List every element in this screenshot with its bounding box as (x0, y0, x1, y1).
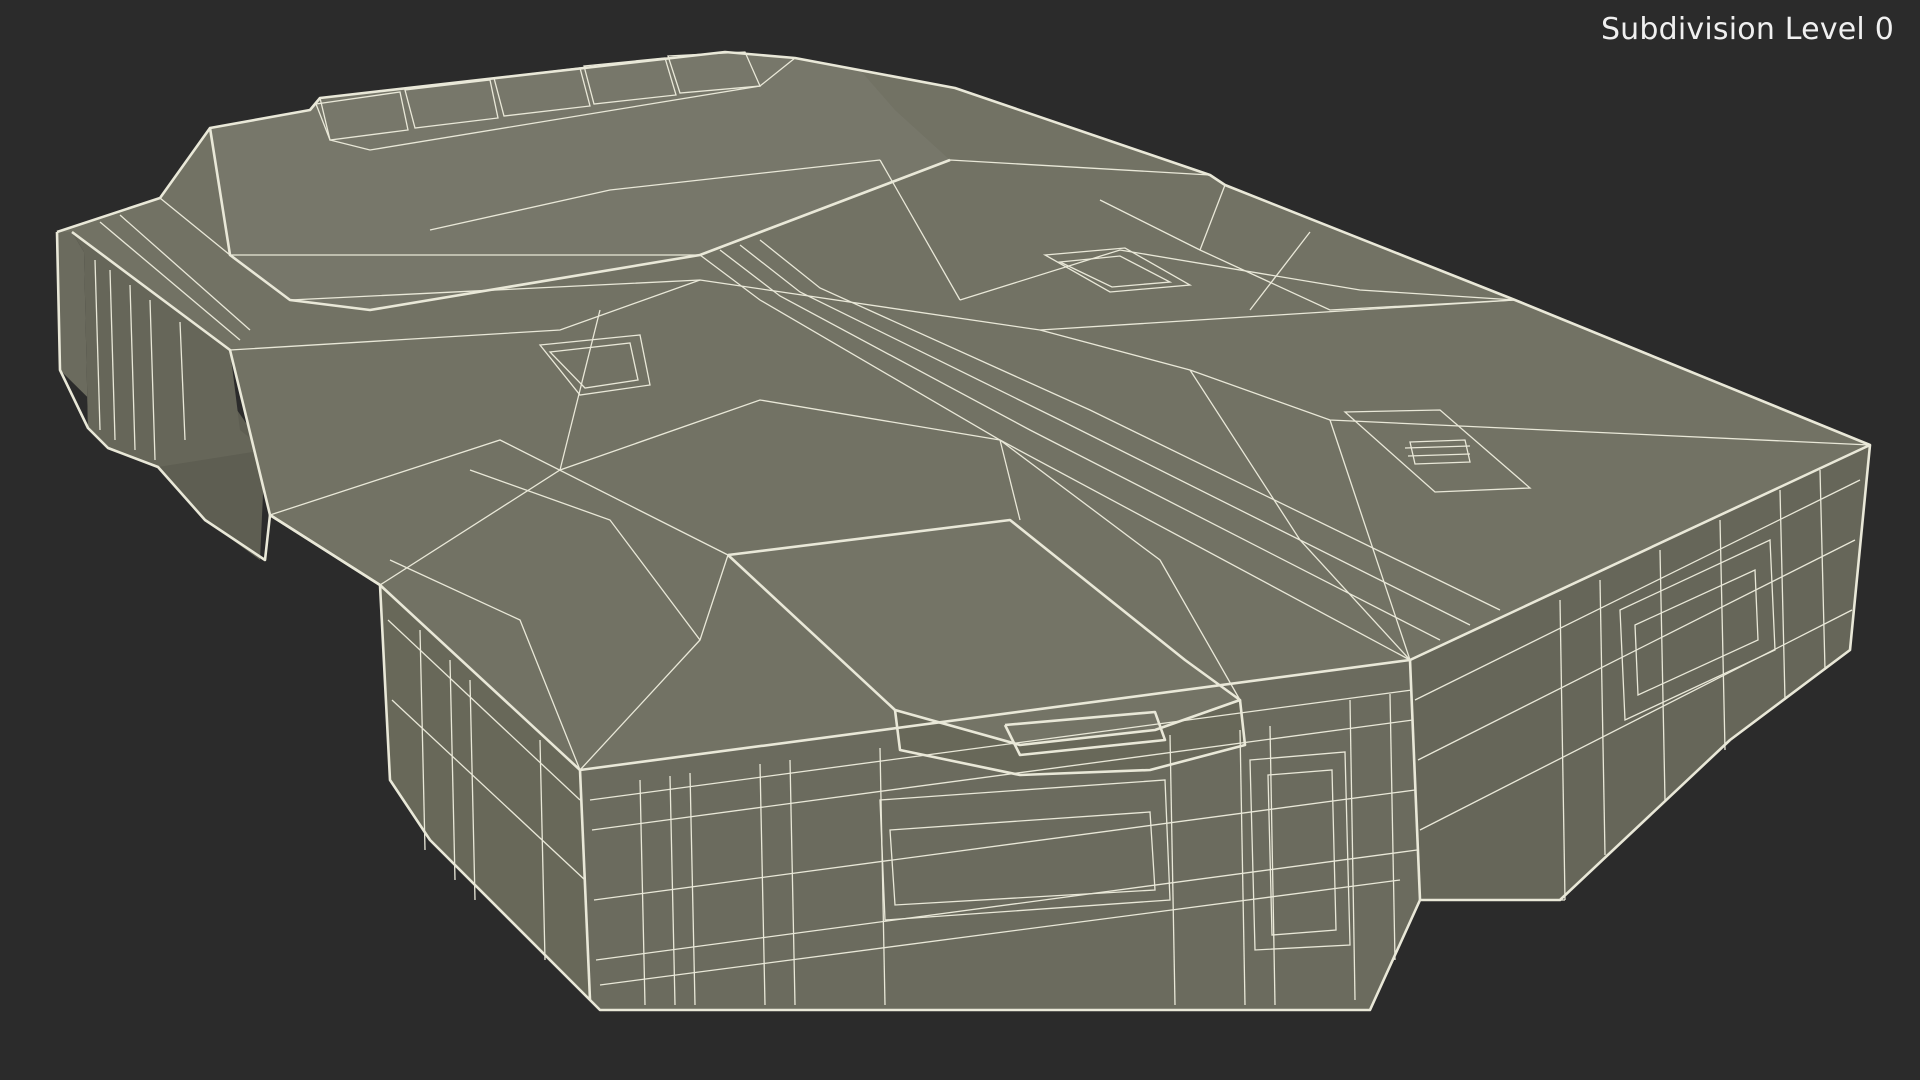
subdivision-level-label: Subdivision Level 0 (1600, 12, 1894, 47)
wireframe-model (55, 50, 1872, 1012)
3d-viewport[interactable]: Subdivision Level 0 (0, 0, 1920, 1080)
model-faces (57, 52, 1870, 1010)
